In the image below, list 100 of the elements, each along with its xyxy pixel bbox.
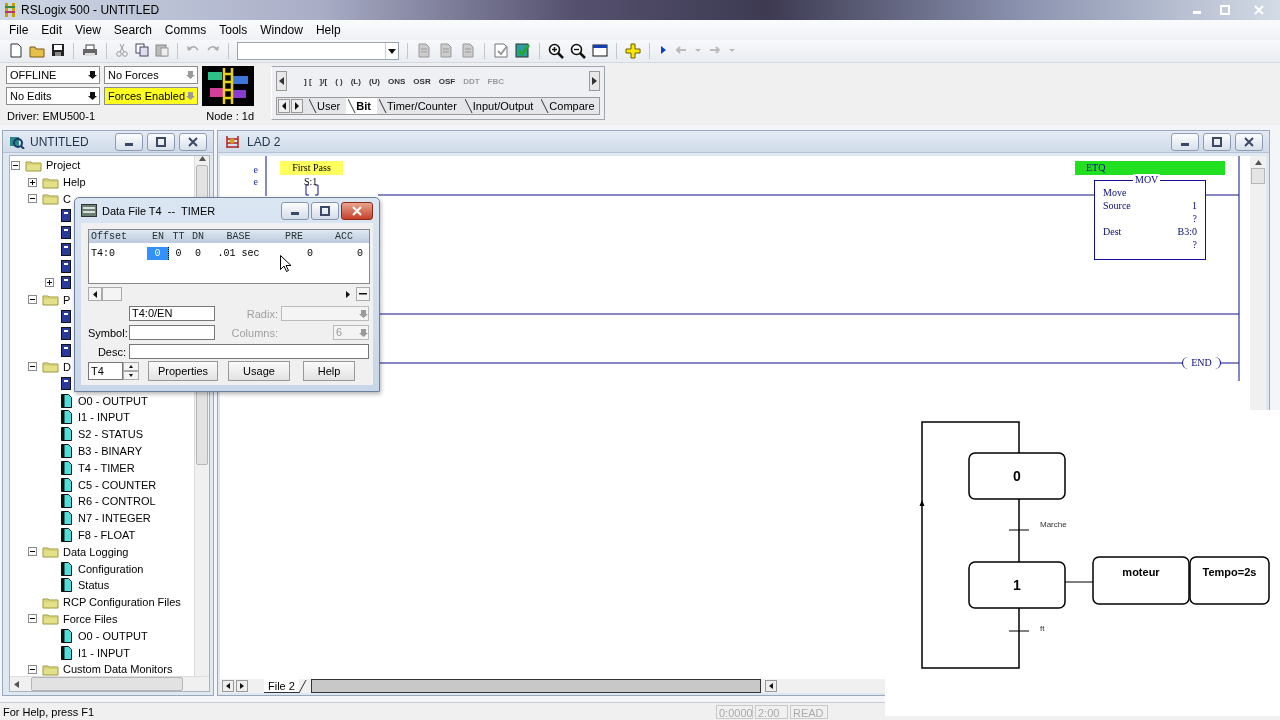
scroll-right-icon[interactable] [236, 680, 248, 692]
close-icon[interactable] [1235, 132, 1263, 151]
palette-tab[interactable]: Bit [346, 98, 377, 114]
spin-up-icon[interactable] [123, 362, 139, 371]
instruction-button[interactable]: ]/[ [316, 76, 331, 86]
tree-item[interactable]: RCP Configuration Files [63, 596, 181, 609]
tree-item[interactable]: I1 - INPUT [78, 646, 130, 659]
scroll-left-icon[interactable] [764, 680, 777, 692]
instruction-button[interactable]: OSF [435, 76, 459, 86]
address-field[interactable]: T4:0/EN [129, 306, 215, 321]
plus-icon[interactable] [625, 43, 641, 59]
table-cell[interactable]: 0 [169, 247, 188, 260]
menu-item[interactable]: Comms [157, 21, 213, 39]
zoom-out-icon[interactable] [570, 43, 586, 59]
menu-item[interactable]: View [68, 21, 107, 39]
collapse-icon[interactable] [28, 295, 37, 305]
tree-item[interactable]: F8 - FLOAT [78, 528, 136, 541]
dialog-button[interactable]: Usage [228, 361, 290, 381]
palette-tab[interactable]: Input/Output [462, 98, 540, 114]
horizontal-scrollbar[interactable] [310, 679, 761, 693]
table-cell[interactable]: 0 [269, 247, 319, 260]
instruction-button[interactable]: ] [ [301, 76, 315, 86]
menu-item[interactable]: Tools [212, 21, 254, 39]
instruction-button[interactable]: (L) [347, 76, 364, 86]
dialog-button[interactable]: Properties [148, 361, 218, 381]
tree-item[interactable]: C5 - COUNTER [78, 478, 157, 491]
collapse-icon[interactable] [28, 547, 37, 557]
next-icon[interactable] [291, 99, 303, 113]
menu-item[interactable]: Help [308, 21, 347, 39]
status-dropdown[interactable]: No Edits [6, 87, 100, 105]
tree-item[interactable]: N7 - INTEGER [78, 512, 151, 525]
scroll-up-icon[interactable] [198, 156, 206, 161]
save-icon[interactable] [51, 43, 65, 59]
collapse-icon[interactable] [28, 194, 37, 204]
instruction-button[interactable]: OSR [410, 76, 434, 86]
previous-icon[interactable] [278, 99, 290, 113]
tree-item[interactable]: P [63, 293, 71, 306]
tree-item[interactable]: I1 - INPUT [78, 411, 130, 424]
tree-item[interactable]: T4 - TIMER [78, 461, 135, 474]
description-field[interactable] [129, 344, 369, 359]
scroll-right-icon[interactable] [592, 77, 597, 85]
tree-item[interactable]: Configuration [78, 562, 144, 575]
menu-item[interactable]: File [2, 21, 35, 39]
toolbar-dropdown[interactable] [237, 42, 399, 60]
scroll-left-icon[interactable] [14, 680, 19, 688]
maximize-icon[interactable] [147, 132, 175, 151]
palette-tab[interactable]: Timer/Counter [376, 98, 463, 114]
tree-item[interactable]: C [63, 193, 71, 205]
menu-item[interactable]: Edit [34, 21, 69, 39]
tree-item[interactable]: O0 - OUTPUT [78, 629, 148, 642]
tree-item[interactable]: D [63, 360, 71, 373]
scroll-left-icon[interactable] [93, 290, 97, 298]
print-icon[interactable] [82, 43, 98, 59]
tree-item[interactable]: Help [63, 176, 86, 189]
maximize-icon[interactable] [311, 201, 339, 220]
table-cell[interactable]: 0 [319, 247, 369, 260]
dialog-button[interactable]: Help [303, 361, 355, 381]
file-field[interactable]: T4 [88, 362, 123, 380]
close-icon[interactable] [179, 132, 207, 151]
tree-item[interactable]: B3 - BINARY [78, 444, 142, 457]
expand-icon[interactable] [28, 177, 37, 187]
table-cell[interactable]: .01 sec [208, 247, 269, 260]
tree-item[interactable]: S2 - STATUS [78, 428, 143, 441]
scrollbar-thumb[interactable] [102, 287, 122, 301]
tree-item[interactable]: Data Logging [63, 545, 129, 558]
minimize-icon[interactable] [1171, 132, 1199, 151]
scrollbar-thumb[interactable] [1251, 168, 1265, 184]
table-cell[interactable]: T4:0 [89, 247, 147, 260]
scroll-left-icon[interactable] [279, 77, 284, 85]
spin-down-icon[interactable] [123, 371, 139, 380]
menu-item[interactable]: Window [253, 21, 309, 39]
expand-icon[interactable] [45, 278, 54, 288]
maximize-icon[interactable] [1203, 132, 1231, 151]
sheet-tab[interactable]: File 2 [264, 679, 299, 693]
tree-item[interactable]: Force Files [63, 612, 118, 625]
instruction-button[interactable]: (U) [365, 76, 383, 86]
scroll-left-icon[interactable] [222, 680, 234, 692]
zoom-in-icon[interactable] [548, 43, 564, 59]
collapse-icon[interactable] [11, 160, 20, 170]
menu-item[interactable]: Search [106, 21, 158, 39]
tree-item[interactable]: Custom Data Monitors [63, 663, 173, 676]
instruction-button[interactable]: ONS [385, 76, 409, 86]
close-icon[interactable] [341, 201, 373, 220]
status-dropdown[interactable]: OFFLINE [6, 66, 100, 84]
collapse-icon[interactable] [28, 362, 37, 372]
symbol-field[interactable] [129, 325, 215, 340]
tree-item[interactable]: R6 - CONTROL [78, 495, 156, 508]
scroll-up-icon[interactable] [1254, 160, 1262, 165]
instruction-button[interactable]: ( ) [332, 76, 346, 86]
check-document-icon[interactable] [515, 43, 531, 59]
minimize-icon[interactable] [115, 132, 143, 151]
table-cell[interactable]: 0 [188, 247, 208, 260]
collapse-icon[interactable] [28, 664, 37, 674]
tree-item[interactable]: Status [78, 579, 110, 592]
radix-dropdown[interactable] [281, 306, 369, 321]
window-icon[interactable] [592, 43, 608, 59]
copy-icon[interactable] [135, 43, 149, 59]
scroll-right-icon[interactable] [346, 290, 350, 298]
scrollbar-thumb[interactable] [31, 677, 183, 691]
open-folder-icon[interactable] [29, 43, 45, 59]
